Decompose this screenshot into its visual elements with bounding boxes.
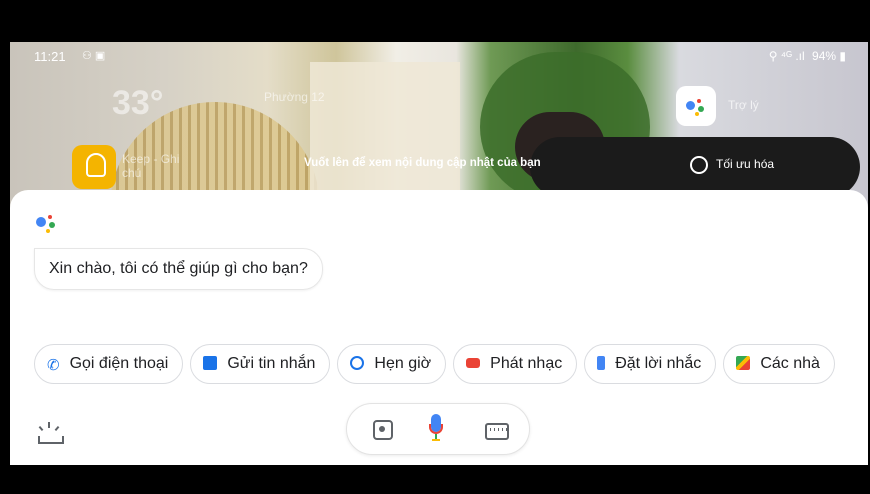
chip-message[interactable]: Gửi tin nhắn	[190, 344, 331, 384]
keyboard-icon[interactable]	[485, 423, 509, 440]
status-bar: 11:21 ⚇ ▣ ⚲ ⁴ᴳ .ıl 94% ▮	[10, 46, 868, 68]
status-right: ⚲ ⁴ᴳ .ıl 94% ▮	[769, 49, 846, 63]
chip-label: Các nhà	[760, 355, 820, 372]
weather-temp[interactable]: 33°	[112, 84, 163, 123]
chip-maps[interactable]: Các nhà	[723, 344, 835, 384]
message-icon	[203, 356, 218, 370]
chip-call[interactable]: ✆ Gọi điện thoại	[34, 344, 184, 384]
keep-app-icon[interactable]	[72, 145, 116, 189]
notification-icons: ⚇ ▣	[82, 50, 106, 62]
signal-icons: ⚲ ⁴ᴳ .ıl	[768, 49, 805, 63]
weather-location[interactable]: Phường 12	[264, 90, 325, 104]
youtube-icon	[466, 358, 481, 368]
optimize-icon	[690, 156, 708, 174]
keep-app-label[interactable]: Keep - Ghi chú	[122, 152, 192, 180]
optimize-label: Tối ưu hóa	[716, 157, 775, 172]
assistant-app-label[interactable]: Trợ lý	[728, 98, 759, 112]
suggestion-chips: ✆ Gọi điện thoại Gửi tin nhắn Hẹn giờ Phát n…	[34, 344, 842, 384]
sunrise-icon[interactable]	[38, 422, 64, 444]
assistant-sheet: Xin chào, tôi có thể giúp gì cho bạn? ✆ G…	[10, 190, 868, 465]
chip-label: Hẹn giờ	[374, 355, 432, 372]
chip-label: Phát nhạc	[490, 355, 563, 372]
reminder-icon	[597, 356, 606, 370]
status-time: 11:21	[34, 49, 66, 64]
chip-label: Đặt lời nhắc	[615, 355, 702, 372]
chip-reminder[interactable]: Đặt lời nhắc	[584, 344, 717, 384]
lens-icon[interactable]	[373, 420, 393, 440]
assistant-input-bar	[346, 403, 530, 455]
google-assistant-logo-icon	[36, 214, 56, 233]
timer-icon	[350, 356, 365, 370]
mic-icon[interactable]	[429, 414, 443, 444]
letterbox-top	[0, 0, 870, 42]
chip-music[interactable]: Phát nhạc	[453, 344, 578, 384]
letterbox-bottom	[0, 465, 870, 494]
assistant-app-icon[interactable]	[676, 86, 716, 126]
maps-icon	[736, 356, 751, 370]
battery-level: 94%	[812, 49, 837, 63]
swipe-up-hint: Vuốt lên để xem nội dung cập nhật của bạ…	[304, 157, 541, 169]
chip-timer[interactable]: Hẹn giờ	[337, 344, 447, 384]
chip-label: Gửi tin nhắn	[227, 355, 316, 372]
battery-icon: ▮	[839, 49, 846, 63]
chip-label: Gọi điện thoại	[69, 355, 169, 372]
optimize-button[interactable]: Tối ưu hóa	[690, 156, 774, 174]
greeting-bubble: Xin chào, tôi có thể giúp gì cho bạn?	[34, 248, 323, 290]
phone-icon: ✆	[47, 357, 60, 374]
